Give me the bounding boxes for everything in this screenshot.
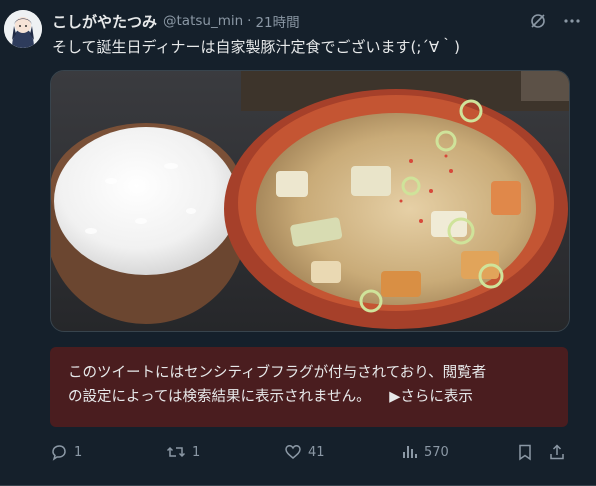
author-name[interactable]: こしがやたつみ [52, 11, 157, 32]
notice-line2: の設定によっては検索結果に表示されません。 [68, 389, 371, 405]
avatar[interactable] [4, 10, 42, 48]
no-translate-icon[interactable] [528, 11, 548, 31]
bookmark-button[interactable] [516, 440, 534, 464]
retweet-button[interactable]: 1 [166, 440, 200, 464]
avatar-illustration [4, 10, 42, 48]
reply-icon [52, 445, 66, 461]
retweet-count: 1 [192, 444, 201, 460]
share-button[interactable] [548, 440, 566, 464]
more-icon[interactable] [562, 11, 582, 31]
tweet-header: こしがやたつみ @tatsu_min · 21時間 [52, 10, 582, 32]
reply-button[interactable]: 1 [50, 440, 82, 464]
sensitive-notice: このツイートにはセンシティブフラグが付与されており、閲覧者 の設定によっては検索… [50, 347, 568, 427]
notice-line1: このツイートにはセンシティブフラグが付与されており、閲覧者 [68, 365, 487, 381]
reply-count: 1 [74, 444, 83, 460]
heart-icon [285, 445, 301, 459]
share-icon [550, 444, 564, 460]
tweet-time[interactable]: 21時間 [255, 11, 299, 31]
tweet-text: そして誕生日ディナーは自家製豚汁定食でございます(;´∀｀) [52, 38, 461, 56]
view-count: 570 [424, 444, 449, 460]
tweet[interactable]: こしがやたつみ @tatsu_min · 21時間 そして誕生日ディナーは自家製… [0, 0, 596, 486]
views-button[interactable]: 570 [400, 440, 449, 464]
author-handle[interactable]: @tatsu_min [163, 13, 243, 29]
tweet-photo[interactable] [50, 70, 570, 332]
retweet-icon [166, 446, 186, 458]
separator-dot: · [247, 13, 252, 29]
header-icons [528, 10, 582, 32]
show-more-link[interactable]: ▶さらに表示 [389, 389, 473, 405]
action-bar: 1 1 41 570 [50, 440, 568, 464]
like-count: 41 [308, 444, 325, 460]
bookmark-icon [519, 444, 531, 461]
food-photo [51, 71, 569, 331]
like-button[interactable]: 41 [284, 440, 325, 464]
views-icon [403, 446, 417, 458]
